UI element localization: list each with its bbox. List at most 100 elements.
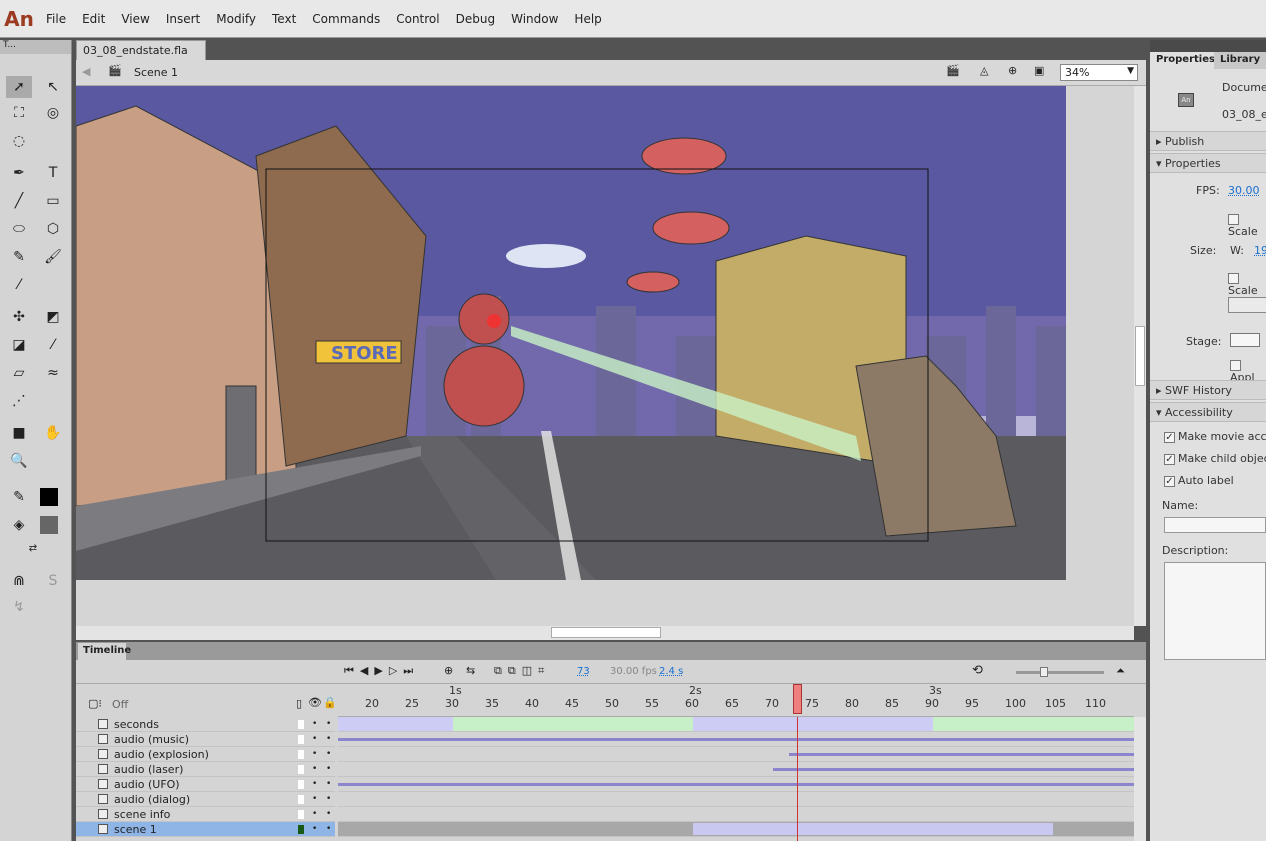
advanced-settings-button[interactable] <box>1228 297 1266 313</box>
lasso-icon[interactable]: ◌ <box>6 130 32 152</box>
lock-dot[interactable]: • <box>326 732 331 747</box>
polystar-icon[interactable]: ⬡ <box>40 218 66 240</box>
snap-magnet-icon[interactable]: ⋒ <box>6 570 32 592</box>
layer-frames[interactable] <box>338 717 1134 732</box>
visibility-dot[interactable]: • <box>312 807 317 822</box>
menu-window[interactable]: Window <box>503 12 566 26</box>
outline-color-icon[interactable] <box>298 735 304 744</box>
fps-value[interactable]: 30.00 <box>1228 184 1260 197</box>
menu-edit[interactable]: Edit <box>74 12 113 26</box>
menu-view[interactable]: View <box>113 12 157 26</box>
outline-color-icon[interactable] <box>298 750 304 759</box>
stage-vertical-scrollbar[interactable] <box>1134 86 1146 626</box>
outline-color-icon[interactable] <box>298 795 304 804</box>
lock-dot[interactable]: • <box>326 792 331 807</box>
lock-dot[interactable]: • <box>326 807 331 822</box>
lock-dot[interactable]: • <box>326 717 331 732</box>
subselection-tool-icon[interactable]: ↖ <box>40 76 66 98</box>
layer-row[interactable]: audio (music) • • <box>76 732 335 747</box>
layer-frames[interactable] <box>338 762 1134 777</box>
eyedropper-icon[interactable]: ⁄ <box>40 334 66 356</box>
layer-row[interactable]: scene 1 • • <box>76 822 335 837</box>
tab-library[interactable]: Library <box>1214 52 1266 69</box>
eye-header-icon[interactable]: 👁 <box>308 696 322 709</box>
layer-row[interactable]: audio (laser) • • <box>76 762 335 777</box>
layer-options-icon[interactable]: ▢⁝ <box>88 697 102 710</box>
visibility-dot[interactable]: • <box>312 762 317 777</box>
ink-bottle-icon[interactable]: ◪ <box>6 334 32 356</box>
back-arrow-icon[interactable]: ◀ <box>82 65 90 78</box>
menu-insert[interactable]: Insert <box>158 12 208 26</box>
edit-symbols-icon[interactable]: ◬ <box>980 64 988 77</box>
menu-file[interactable]: File <box>38 12 74 26</box>
layer-frames[interactable] <box>338 792 1134 807</box>
elapsed-time[interactable]: 2.4 s <box>659 666 683 677</box>
lock-header-icon[interactable]: 🔒 <box>323 696 337 709</box>
visibility-dot[interactable]: • <box>312 717 317 732</box>
scene-name[interactable]: Scene 1 <box>134 66 178 79</box>
visibility-dot[interactable]: • <box>312 822 317 837</box>
width-value[interactable]: 192 <box>1254 244 1266 257</box>
stage-area[interactable]: STORE <box>76 86 1134 626</box>
timeline-tab[interactable]: Timeline <box>78 643 131 660</box>
visibility-dot[interactable]: • <box>312 732 317 747</box>
width-tool-icon[interactable]: ≈ <box>40 362 66 384</box>
clip-content-icon[interactable]: ▣ <box>1034 64 1044 77</box>
zoom-icon[interactable]: 🔍 <box>6 450 32 472</box>
loop-icon[interactable]: ⇆ <box>466 664 475 677</box>
document-tab[interactable]: 03_08_endstate.fla × <box>76 40 206 70</box>
selection-tool-icon[interactable]: ➚ <box>6 76 32 98</box>
camera-icon[interactable]: ■ <box>6 422 32 444</box>
frame-rate[interactable]: 30.00 fps <box>610 666 657 677</box>
tab-properties[interactable]: Properties <box>1150 52 1221 69</box>
swap-colors-icon[interactable]: ⇄ <box>20 538 46 560</box>
paint-bucket-icon[interactable]: ◩ <box>40 306 66 328</box>
frame-ruler[interactable]: 20 25 30 35 40 45 50 55 60 65 70 75 80 85 90 95 100 105 11… <box>338 684 1134 717</box>
stage-color-swatch[interactable] <box>1230 333 1260 347</box>
menu-modify[interactable]: Modify <box>208 12 264 26</box>
hand-icon[interactable]: ✋ <box>40 422 66 444</box>
paintbrush-icon[interactable]: ⁄ <box>6 274 32 296</box>
scale-checkbox-1[interactable]: Scale <box>1228 212 1266 238</box>
visibility-dot[interactable]: • <box>312 777 317 792</box>
stage-horizontal-scrollbar[interactable] <box>76 626 1134 640</box>
outline-color-icon[interactable] <box>298 780 304 789</box>
menu-text[interactable]: Text <box>264 12 304 26</box>
layer-frames[interactable] <box>338 732 1134 747</box>
outline-header-icon[interactable]: ▯ <box>296 697 302 710</box>
straighten-icon[interactable]: ↯ <box>6 596 32 618</box>
lock-dot[interactable]: • <box>326 777 331 792</box>
pen-icon[interactable]: ✒ <box>6 162 32 184</box>
section-publish[interactable]: ▸ Publish <box>1150 131 1266 151</box>
description-textarea[interactable] <box>1164 562 1266 660</box>
refresh-icon[interactable]: ⟲ <box>972 663 983 678</box>
playback-controls-icon[interactable]: ⏮◀▶▷⏭ <box>344 664 419 678</box>
oval-icon[interactable]: ⬭ <box>6 218 32 240</box>
outline-color-icon[interactable] <box>298 810 304 819</box>
section-swf-history[interactable]: ▸ SWF History <box>1150 380 1266 400</box>
layer-row[interactable]: audio (explosion) • • <box>76 747 335 762</box>
layer-row[interactable]: scene info • • <box>76 807 335 822</box>
playhead[interactable] <box>793 684 802 714</box>
line-icon[interactable]: ╱ <box>6 190 32 212</box>
menu-control[interactable]: Control <box>388 12 447 26</box>
stroke-color-icon[interactable]: ✎ <box>6 486 32 508</box>
brush-icon[interactable]: 🖌 <box>40 246 66 268</box>
fill-color-swatch[interactable] <box>40 516 58 534</box>
smooth-icon[interactable]: S <box>40 570 66 592</box>
outline-color-icon[interactable] <box>298 825 304 834</box>
asset-warp-icon[interactable]: ⋰ <box>6 390 32 412</box>
scale-checkbox-2[interactable]: Scale <box>1228 271 1266 297</box>
zoom-slider[interactable] <box>1016 667 1104 677</box>
name-input[interactable] <box>1164 517 1266 533</box>
vertical-scroll-thumb[interactable] <box>1135 326 1145 386</box>
3d-rotation-icon[interactable]: ◎ <box>40 102 66 124</box>
bone-icon[interactable]: ✣ <box>6 306 32 328</box>
auto-label-checkbox[interactable]: ✓ Auto label <box>1164 474 1234 487</box>
section-accessibility[interactable]: ▾ Accessibility <box>1150 402 1266 422</box>
zoom-mountain-icon[interactable]: ⏶ <box>1116 664 1125 678</box>
pencil-icon[interactable]: ✎ <box>6 246 32 268</box>
onion-skin-icons[interactable]: ⧉⧉◫⌗ <box>494 664 550 678</box>
layer-frames[interactable] <box>338 807 1134 822</box>
eraser-icon[interactable]: ▱ <box>6 362 32 384</box>
